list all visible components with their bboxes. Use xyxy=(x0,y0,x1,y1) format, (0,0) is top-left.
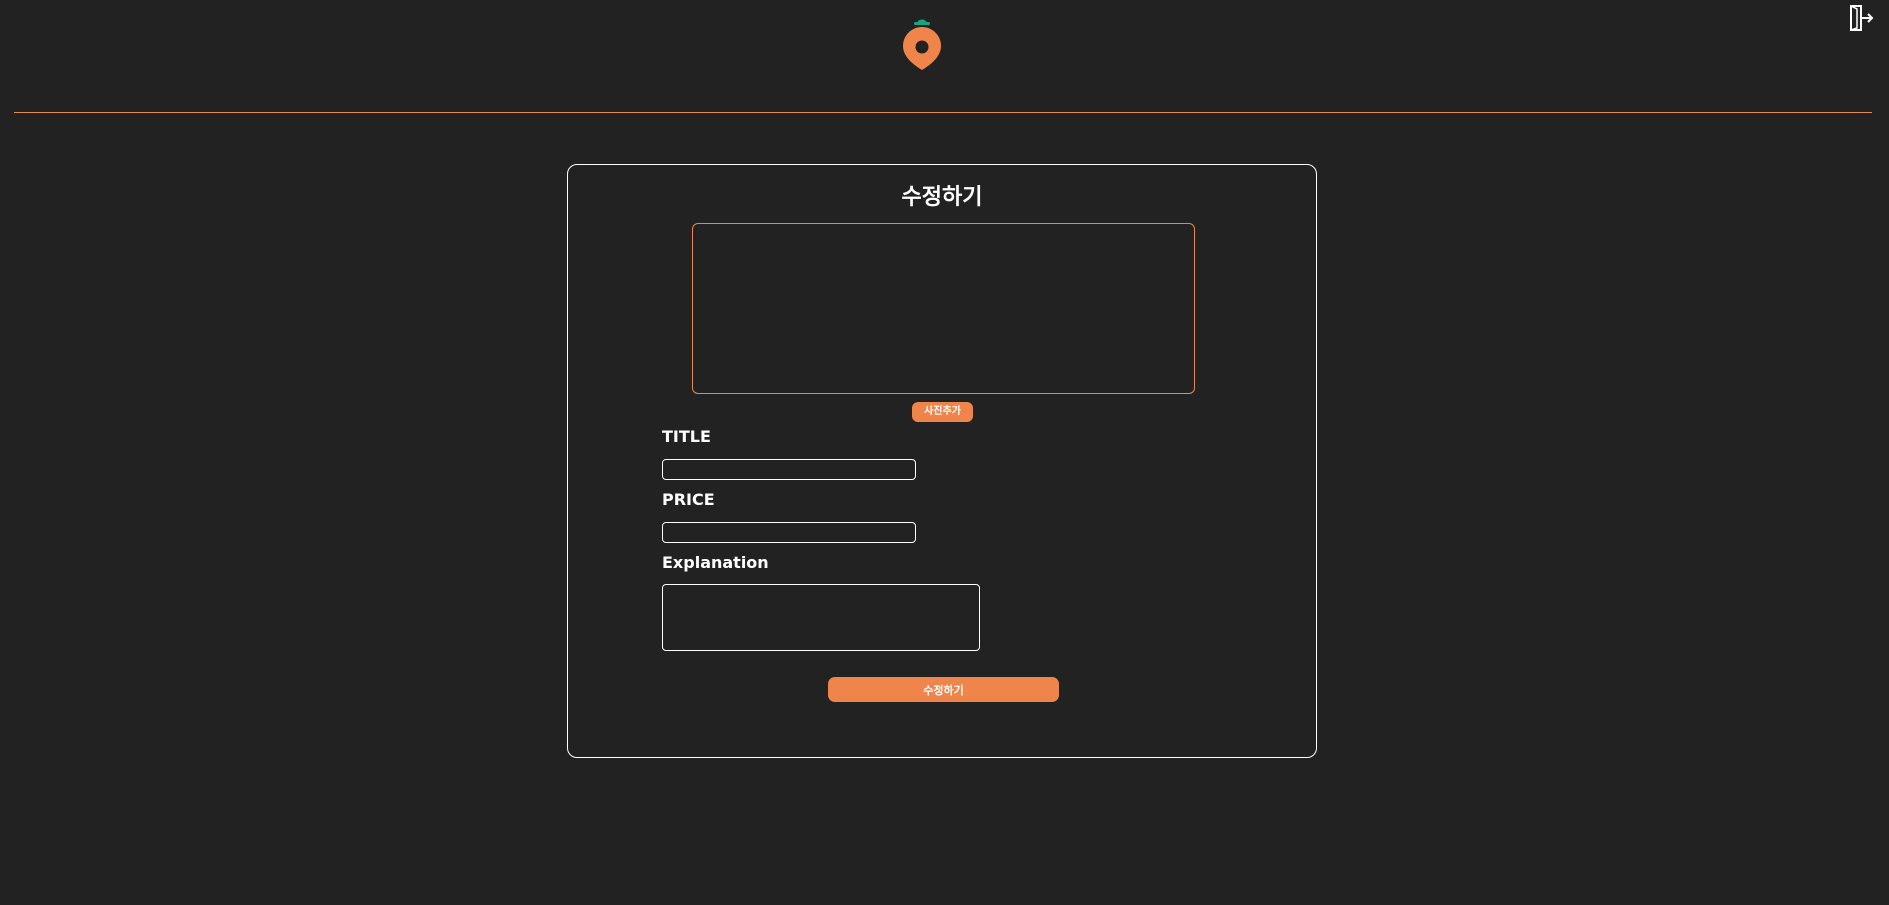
add-photo-button[interactable]: 사진추가 xyxy=(912,402,973,422)
logout-icon[interactable] xyxy=(1848,4,1874,32)
title-input[interactable] xyxy=(662,459,916,480)
price-input[interactable] xyxy=(662,522,916,543)
edit-page: 수정하기 사진추가 TITLE PRICE Explanation 수정하기 xyxy=(0,0,1889,905)
header xyxy=(0,0,1889,113)
image-preview-box[interactable] xyxy=(692,223,1195,394)
explanation-label: Explanation xyxy=(662,553,769,572)
explanation-textarea[interactable] xyxy=(662,584,980,651)
edit-form-card: 수정하기 사진추가 TITLE PRICE Explanation 수정하기 xyxy=(567,164,1317,758)
price-label: PRICE xyxy=(662,490,715,509)
carrot-icon[interactable] xyxy=(900,16,944,72)
form-title: 수정하기 xyxy=(901,185,983,210)
title-label: TITLE xyxy=(662,427,711,446)
header-divider xyxy=(14,112,1872,113)
submit-edit-button[interactable]: 수정하기 xyxy=(828,677,1059,702)
